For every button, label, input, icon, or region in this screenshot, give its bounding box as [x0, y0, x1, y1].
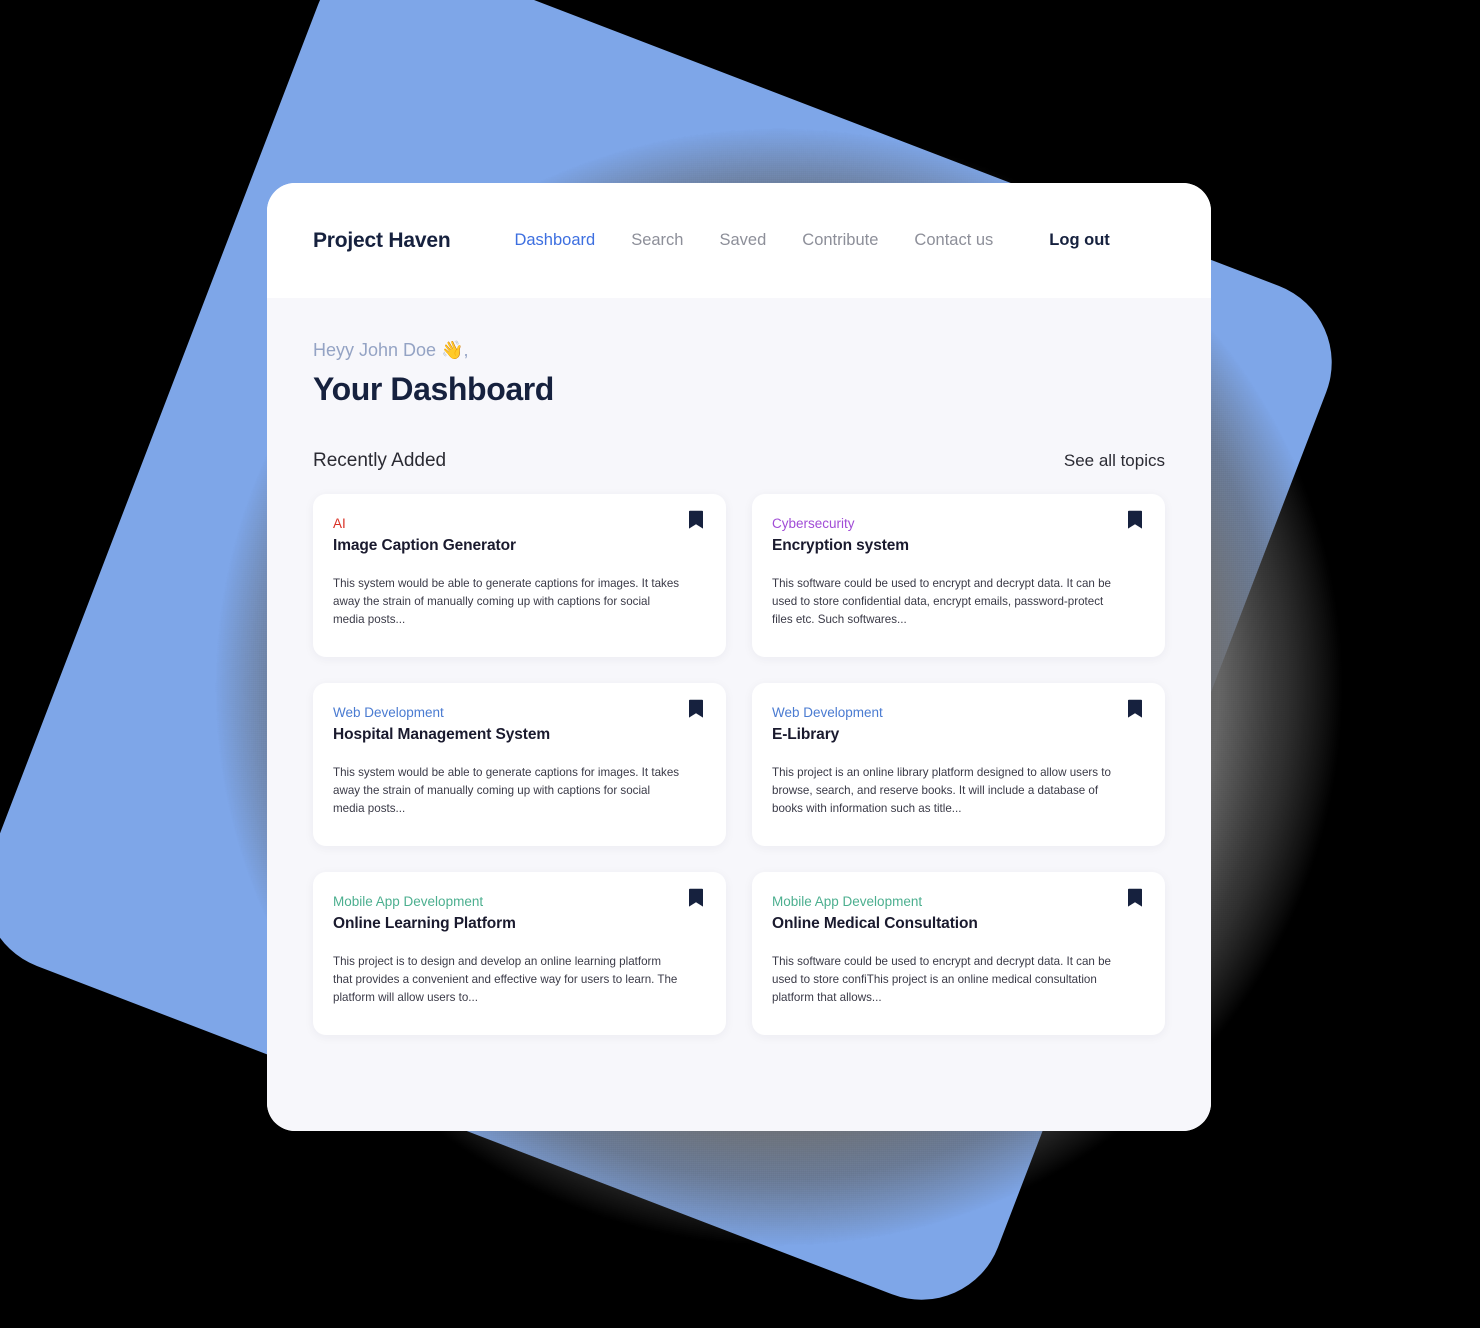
- nav-item-contact-us[interactable]: Contact us: [914, 231, 993, 250]
- bookmark-icon[interactable]: [1127, 699, 1143, 719]
- bookmark-icon[interactable]: [1127, 888, 1143, 908]
- card-description: This software could be used to encrypt a…: [772, 955, 1111, 1005]
- nav-item-dashboard[interactable]: Dashboard: [514, 231, 595, 250]
- project-card[interactable]: Mobile App Development Online Learning Pl…: [313, 872, 726, 1036]
- project-card[interactable]: Mobile App Development Online Medical Con…: [752, 872, 1165, 1036]
- project-card[interactable]: Cybersecurity Encryption system This softw…: [752, 494, 1165, 658]
- bookmark-icon[interactable]: [688, 888, 704, 908]
- project-card[interactable]: Web Development Hospital Management Syste…: [313, 683, 726, 847]
- brand-logo[interactable]: Project Haven: [313, 229, 451, 253]
- card-topic-label: Cybersecurity: [772, 516, 855, 531]
- bookmark-icon[interactable]: [1127, 510, 1143, 530]
- bookmark-icon[interactable]: [688, 699, 704, 719]
- section-title: Recently Added: [313, 450, 447, 471]
- nav-links: Dashboard Search Saved Contribute Contac…: [514, 231, 993, 250]
- nav-item-saved[interactable]: Saved: [719, 231, 766, 250]
- logout-button[interactable]: Log out: [1049, 231, 1109, 250]
- card-title: Online Learning Platform: [333, 915, 516, 933]
- card-title: Hospital Management System: [333, 726, 551, 744]
- section-header: Recently Added See all topics: [313, 450, 1165, 472]
- card-title: Encryption system: [772, 537, 909, 555]
- nav-item-search[interactable]: Search: [631, 231, 683, 250]
- project-card-grid: AI Image Caption Generator This system wou…: [313, 494, 1165, 1036]
- greeting-text: Heyy John Doe 👋,: [313, 340, 469, 360]
- card-topic-label: Mobile App Development: [333, 894, 484, 910]
- app-window: Project Haven Dashboard Search Saved Con…: [267, 183, 1211, 1131]
- bookmark-icon[interactable]: [688, 510, 704, 530]
- page-body: Heyy John Doe 👋, Your Dashboard Recently…: [267, 298, 1211, 1131]
- card-title: Online Medical Consultation: [772, 915, 978, 933]
- see-all-topics-link[interactable]: See all topics: [1064, 451, 1165, 471]
- project-card[interactable]: Web Development E-Library This project is …: [752, 683, 1165, 847]
- nav-item-contribute[interactable]: Contribute: [802, 231, 878, 250]
- card-description: This project is to design and develop an…: [333, 955, 678, 1005]
- card-topic-label: Web Development: [772, 705, 883, 721]
- card-description: This project is an online library platfo…: [772, 766, 1111, 816]
- card-description: This system would be able to generate ca…: [333, 577, 680, 627]
- card-description: This system would be able to generate ca…: [333, 766, 680, 816]
- page-title: Your Dashboard: [313, 371, 554, 407]
- card-title: E-Library: [772, 726, 840, 744]
- card-topic-label: AI: [333, 516, 346, 531]
- card-description: This software could be used to encrypt a…: [772, 577, 1111, 627]
- card-topic-label: Web Development: [333, 705, 444, 721]
- screenshot-stage: Project Haven Dashboard Search Saved Con…: [0, 0, 1480, 1328]
- card-title: Image Caption Generator: [333, 537, 516, 555]
- card-topic-label: Mobile App Development: [772, 894, 923, 910]
- navbar: Project Haven Dashboard Search Saved Con…: [267, 183, 1211, 298]
- project-card[interactable]: AI Image Caption Generator This system wou…: [313, 494, 726, 658]
